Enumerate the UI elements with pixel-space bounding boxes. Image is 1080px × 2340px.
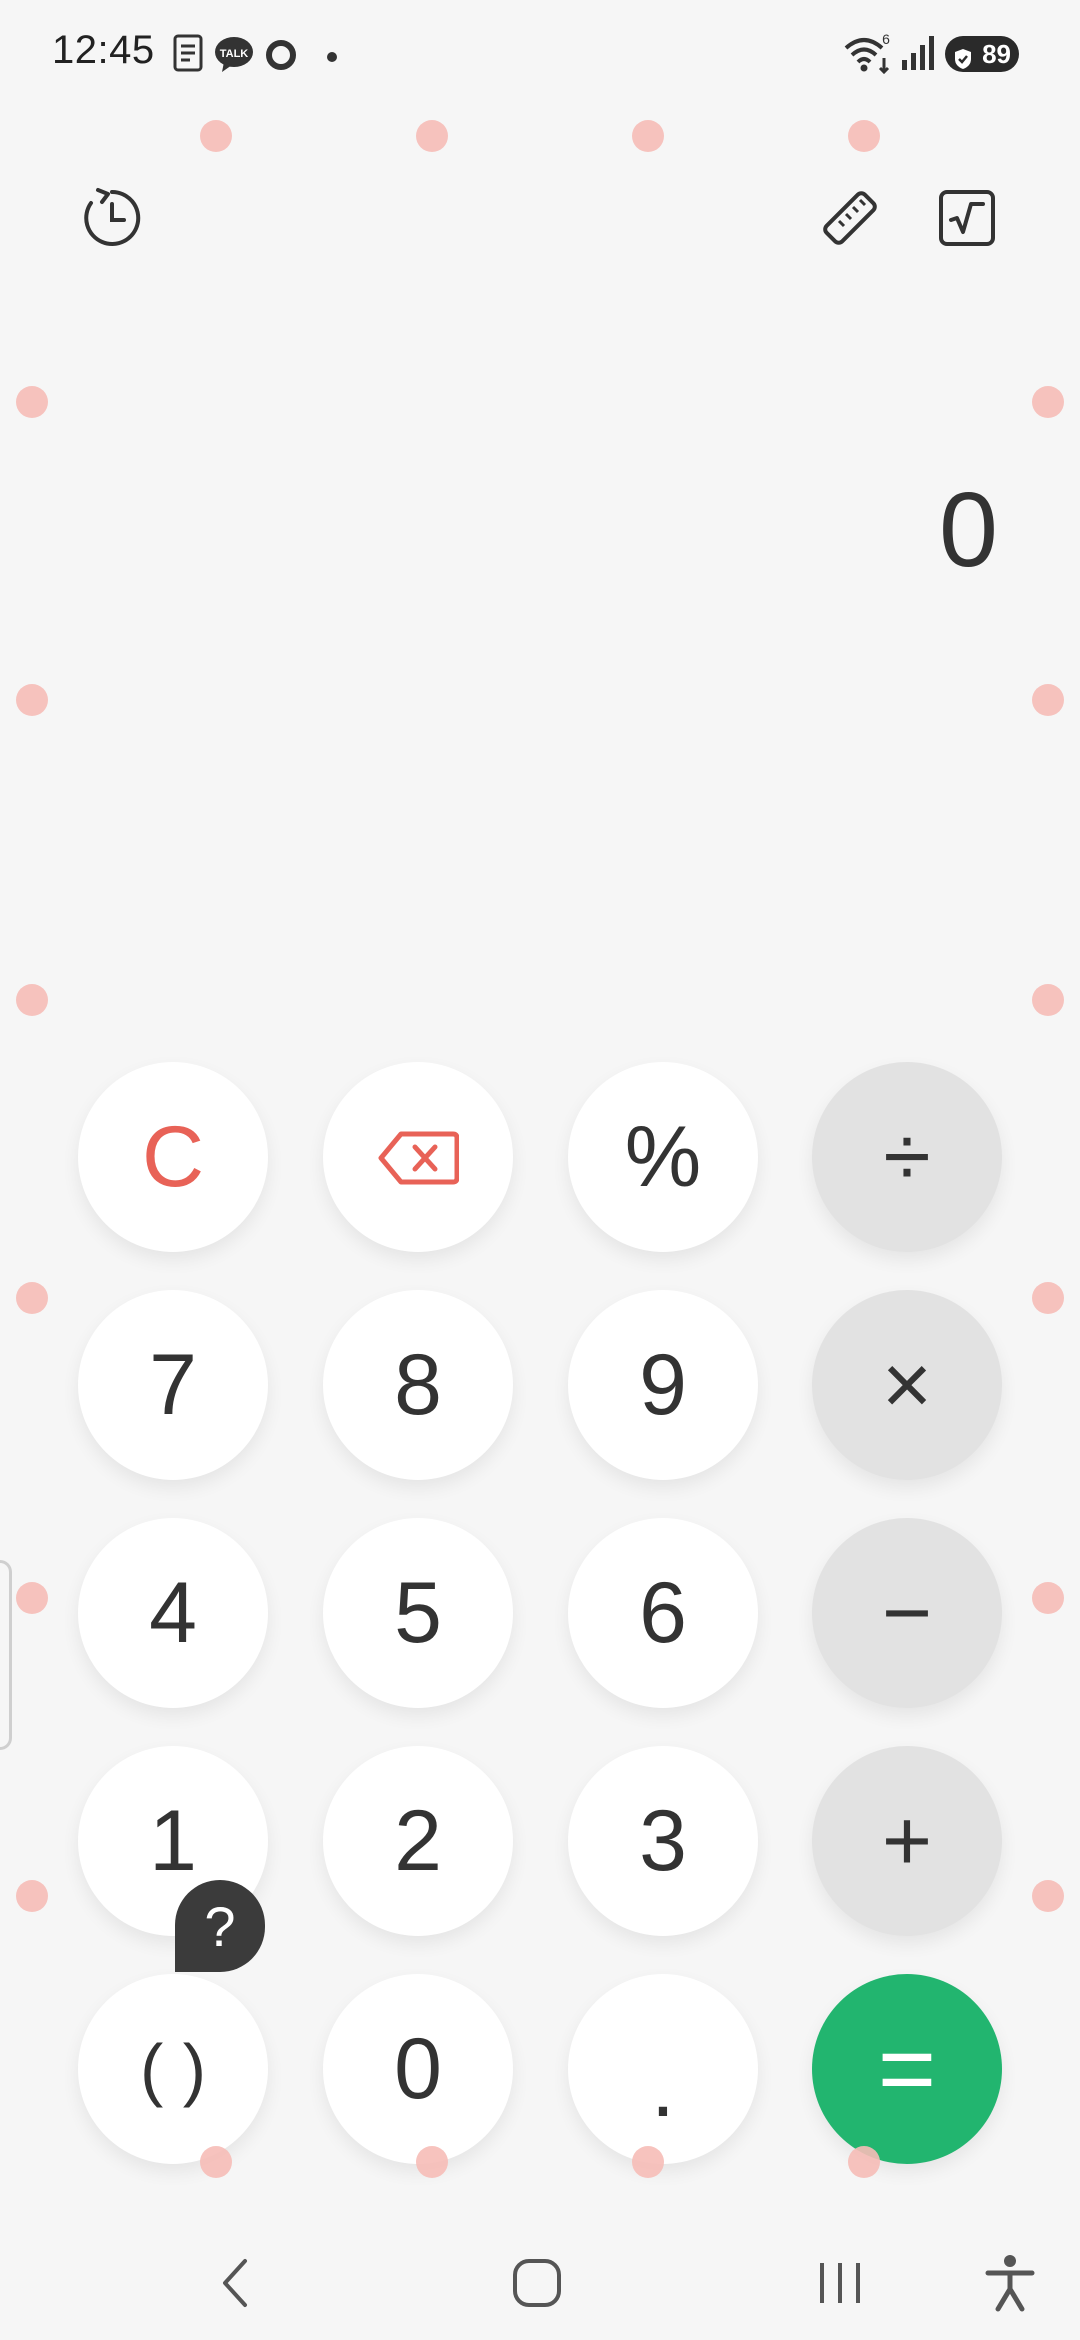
accessibility-button[interactable] bbox=[965, 2240, 1055, 2330]
touch-dot bbox=[632, 2146, 664, 2178]
digit-9-button[interactable]: 9 bbox=[568, 1290, 758, 1480]
home-button[interactable] bbox=[492, 2240, 582, 2330]
touch-dot bbox=[848, 2146, 880, 2178]
touch-dot bbox=[416, 120, 448, 152]
history-button[interactable] bbox=[67, 175, 157, 265]
touch-dot bbox=[848, 120, 880, 152]
digit-5-button[interactable]: 5 bbox=[323, 1518, 513, 1708]
plus-button[interactable]: + bbox=[812, 1746, 1002, 1936]
backspace-button[interactable] bbox=[323, 1062, 513, 1252]
equals-button[interactable]: = bbox=[812, 1974, 1002, 2164]
clear-button[interactable]: C bbox=[78, 1062, 268, 1252]
network-label: 6 bbox=[882, 32, 890, 47]
touch-dot bbox=[16, 1582, 48, 1614]
touch-dot bbox=[200, 120, 232, 152]
help-button[interactable]: ? bbox=[175, 1880, 265, 1972]
touch-dot bbox=[1032, 1880, 1064, 1912]
touch-dot bbox=[632, 120, 664, 152]
battery-level: 89 bbox=[982, 39, 1011, 69]
back-icon bbox=[215, 2255, 255, 2316]
sqrt-icon bbox=[937, 188, 997, 253]
dot-icon bbox=[326, 50, 338, 68]
scientific-mode-button[interactable] bbox=[922, 175, 1012, 265]
ruler-icon bbox=[817, 185, 883, 256]
touch-dot bbox=[1032, 386, 1064, 418]
touch-dot bbox=[16, 1880, 48, 1912]
edge-panel-handle[interactable] bbox=[0, 1560, 12, 1750]
unit-converter-button[interactable] bbox=[805, 175, 895, 265]
touch-dot bbox=[16, 386, 48, 418]
touch-dot bbox=[16, 984, 48, 1016]
digit-6-button[interactable]: 6 bbox=[568, 1518, 758, 1708]
percent-button[interactable]: % bbox=[568, 1062, 758, 1252]
calculator-display: 0 bbox=[939, 471, 998, 589]
touch-dot bbox=[1032, 1282, 1064, 1314]
battery-indicator: 89 bbox=[945, 36, 1019, 72]
shield-icon bbox=[953, 43, 973, 69]
accessibility-icon bbox=[984, 2253, 1036, 2318]
touch-dot bbox=[16, 1282, 48, 1314]
recents-icon bbox=[814, 2257, 866, 2314]
wifi-icon: 6 bbox=[842, 31, 892, 79]
talk-label: TALK bbox=[220, 48, 249, 60]
digit-2-button[interactable]: 2 bbox=[323, 1746, 513, 1936]
digit-8-button[interactable]: 8 bbox=[323, 1290, 513, 1480]
navigation-bar bbox=[0, 2200, 1080, 2340]
signal-icon bbox=[900, 34, 936, 77]
status-bar: 12:45 TALK 6 89 bbox=[0, 0, 1080, 110]
digit-7-button[interactable]: 7 bbox=[78, 1290, 268, 1480]
digit-3-button[interactable]: 3 bbox=[568, 1746, 758, 1936]
touch-dot bbox=[16, 684, 48, 716]
document-icon bbox=[172, 34, 204, 77]
parentheses-button[interactable]: ( ) bbox=[78, 1974, 268, 2164]
touch-dot bbox=[200, 2146, 232, 2178]
touch-dot bbox=[1032, 1582, 1064, 1614]
digit-4-button[interactable]: 4 bbox=[78, 1518, 268, 1708]
backspace-icon bbox=[377, 1108, 460, 1207]
talk-icon: TALK bbox=[214, 36, 254, 79]
touch-dot bbox=[1032, 984, 1064, 1016]
divide-button[interactable]: ÷ bbox=[812, 1062, 1002, 1252]
decimal-button[interactable]: . bbox=[568, 1974, 758, 2164]
history-icon bbox=[80, 186, 144, 255]
touch-dot bbox=[1032, 684, 1064, 716]
status-clock: 12:45 bbox=[52, 28, 155, 72]
touch-dot bbox=[416, 2146, 448, 2178]
circle-icon bbox=[264, 38, 298, 77]
recents-button[interactable] bbox=[795, 2240, 885, 2330]
digit-0-button[interactable]: 0 bbox=[323, 1974, 513, 2164]
back-button[interactable] bbox=[190, 2240, 280, 2330]
multiply-button[interactable]: × bbox=[812, 1290, 1002, 1480]
home-icon bbox=[511, 2257, 563, 2314]
minus-button[interactable]: − bbox=[812, 1518, 1002, 1708]
